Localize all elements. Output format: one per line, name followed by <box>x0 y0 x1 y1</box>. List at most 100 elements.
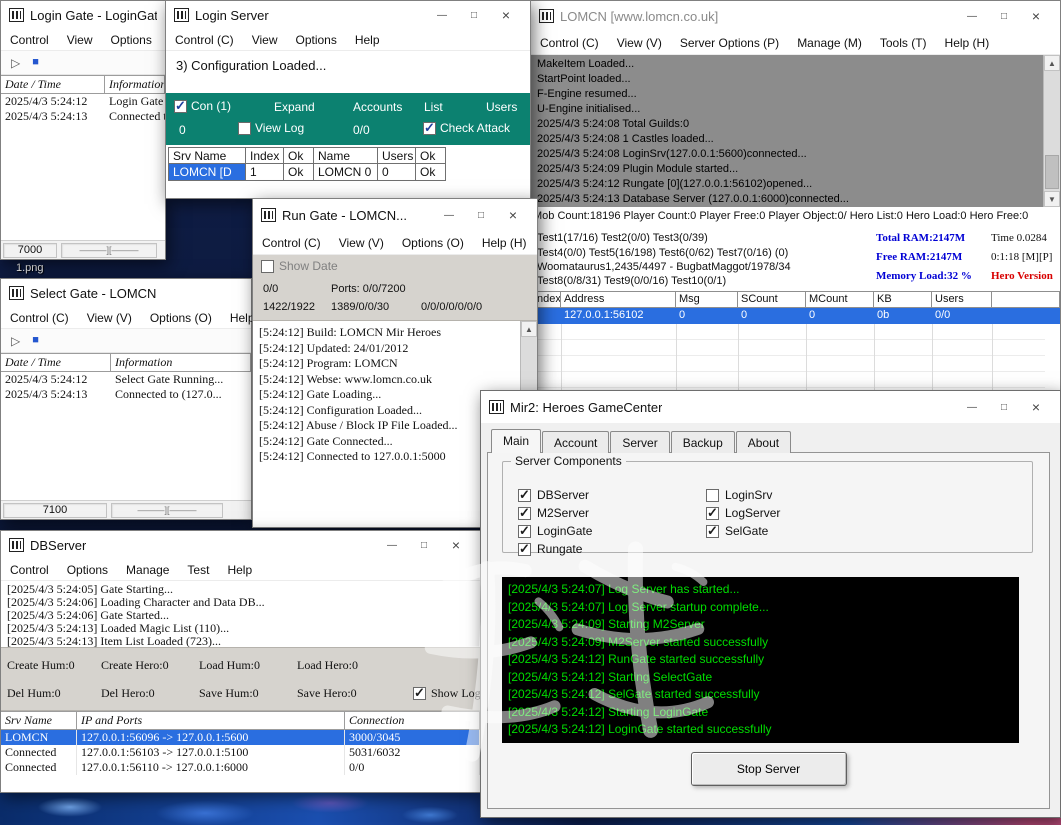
connection-row[interactable]: Connected 127.0.0.1:56103 -> 127.0.0.1:5… <box>1 745 480 760</box>
close-icon[interactable]: × <box>440 533 472 557</box>
component-checkbox-rungate[interactable] <box>518 541 531 557</box>
menu-options[interactable]: Options <box>286 30 345 50</box>
maximize-icon[interactable]: □ <box>465 203 497 227</box>
minimize-icon[interactable]: — <box>376 533 408 557</box>
menu-help[interactable]: Help <box>346 30 389 50</box>
menu-help[interactable]: Help (H) <box>936 33 999 53</box>
close-icon[interactable]: × <box>1020 395 1052 419</box>
component-label[interactable]: LoginSrv <box>725 488 772 502</box>
column-date-time[interactable]: Date / Time <box>1 76 105 93</box>
scrollbar[interactable]: ▲ ▼ <box>1043 55 1060 207</box>
menu-view[interactable]: View (V) <box>608 33 671 53</box>
server-row[interactable]: LOMCN [D 1 Ok LOMCN 0 0 Ok <box>168 164 446 181</box>
run-gate-titlebar[interactable]: Run Gate - LOMCN... — □ × <box>253 199 537 231</box>
component-label[interactable]: LogServer <box>725 506 780 520</box>
maximize-icon[interactable]: □ <box>408 533 440 557</box>
stop-icon[interactable]: ■ <box>32 57 39 68</box>
component-label[interactable]: Rungate <box>537 542 582 556</box>
column-scount[interactable]: SCount <box>738 291 806 308</box>
m2server-titlebar[interactable]: LOMCN [www.lomcn.co.uk] — □ × <box>531 1 1060 31</box>
column-name[interactable]: Name <box>314 147 378 164</box>
check-attack-checkbox[interactable] <box>423 120 436 136</box>
menu-view[interactable]: View (V) <box>78 308 141 328</box>
view-log-label[interactable]: View Log <box>255 121 304 135</box>
scroll-up-icon[interactable]: ▲ <box>1044 55 1060 71</box>
column-connection[interactable]: Connection <box>345 712 480 729</box>
menu-control[interactable]: Control <box>1 560 58 580</box>
menu-manage[interactable]: Manage (M) <box>788 33 871 53</box>
menu-control[interactable]: Control (C) <box>253 233 330 253</box>
login-server-titlebar[interactable]: Login Server — □ × <box>166 1 530 29</box>
column-ok-2[interactable]: Ok <box>416 147 446 164</box>
component-checkbox-selgate[interactable] <box>706 523 719 539</box>
menu-options[interactable]: Options <box>101 30 160 50</box>
start-icon[interactable]: ▷ <box>11 335 20 347</box>
con-label[interactable]: Con (1) <box>191 99 231 113</box>
column-address[interactable]: Address <box>561 291 676 308</box>
column-index[interactable]: Index <box>246 147 284 164</box>
column-information[interactable]: Information <box>111 354 251 371</box>
tab-server[interactable]: Server <box>610 431 670 453</box>
close-icon[interactable]: × <box>1020 4 1052 28</box>
column-users[interactable]: Users <box>378 147 416 164</box>
component-label[interactable]: SelGate <box>725 524 768 538</box>
menu-manage[interactable]: Manage <box>117 560 178 580</box>
minimize-icon[interactable]: — <box>956 395 988 419</box>
menu-options[interactable]: Options <box>58 560 117 580</box>
component-checkbox-logingate[interactable] <box>518 523 531 539</box>
menu-view[interactable]: View <box>58 30 102 50</box>
gamecenter-titlebar[interactable]: Mir2: Heroes GameCenter — □ × <box>481 391 1060 423</box>
column-kb[interactable]: KB <box>874 291 932 308</box>
maximize-icon[interactable]: □ <box>988 395 1020 419</box>
component-checkbox-m2server[interactable] <box>518 505 531 521</box>
menu-view[interactable]: View <box>243 30 287 50</box>
column-srv-name[interactable]: Srv Name <box>1 712 77 729</box>
stop-icon[interactable]: ■ <box>32 335 39 346</box>
component-label[interactable]: M2Server <box>537 506 589 520</box>
connection-row-selected[interactable]: LOMCN 127.0.0.1:56096 -> 127.0.0.1:5600 … <box>1 730 480 745</box>
component-checkbox-loginsrv[interactable] <box>706 488 719 502</box>
column-date-time[interactable]: Date / Time <box>1 354 111 371</box>
menu-server-options[interactable]: Server Options (P) <box>671 33 788 53</box>
column-information[interactable]: Information <box>105 76 165 93</box>
menu-view[interactable]: View (V) <box>330 233 393 253</box>
component-label[interactable]: LoginGate <box>537 524 592 538</box>
menu-control[interactable]: Control (C) <box>166 30 243 50</box>
close-icon[interactable]: × <box>497 203 529 227</box>
con-checkbox[interactable] <box>174 98 187 114</box>
column-mcount[interactable]: MCount <box>806 291 874 308</box>
show-log-label[interactable]: Show Log <box>431 686 481 701</box>
view-log-checkbox[interactable] <box>238 121 251 135</box>
tab-account[interactable]: Account <box>542 431 610 453</box>
column-msg[interactable]: Msg <box>676 291 738 308</box>
select-gate-titlebar[interactable]: Select Gate - LOMCN <box>1 279 251 307</box>
column-ip-ports[interactable]: IP and Ports <box>77 712 345 729</box>
menu-control[interactable]: Control (C) <box>531 33 608 53</box>
column-ok-1[interactable]: Ok <box>284 147 314 164</box>
scroll-thumb[interactable] <box>1045 155 1059 189</box>
component-checkbox-logserver[interactable] <box>706 505 719 521</box>
show-date-label[interactable]: Show Date <box>279 259 338 273</box>
maximize-icon[interactable]: □ <box>458 3 490 27</box>
maximize-icon[interactable]: □ <box>988 4 1020 28</box>
connection-row[interactable]: Connected 127.0.0.1:56110 -> 127.0.0.1:6… <box>1 760 480 775</box>
minimize-icon[interactable]: — <box>956 4 988 28</box>
expand-button[interactable]: Expand <box>274 100 315 114</box>
minimize-icon[interactable]: — <box>426 3 458 27</box>
start-icon[interactable]: ▷ <box>11 57 20 69</box>
menu-options[interactable]: Options (O) <box>141 308 221 328</box>
dbserver-titlebar[interactable]: DBServer — □ × <box>1 531 480 559</box>
menu-control[interactable]: Control <box>1 30 58 50</box>
show-log-checkbox[interactable] <box>413 685 426 701</box>
stop-server-button[interactable]: Stop Server <box>690 752 847 786</box>
show-date-checkbox[interactable] <box>261 259 274 273</box>
column-users[interactable]: Users <box>932 291 992 308</box>
close-icon[interactable]: × <box>490 3 522 27</box>
check-attack-label[interactable]: Check Attack <box>440 121 510 135</box>
scroll-up-icon[interactable]: ▲ <box>521 321 537 337</box>
login-gate-titlebar[interactable]: Login Gate - LoginGate <box>1 1 165 29</box>
menu-tools[interactable]: Tools (T) <box>871 33 936 53</box>
tab-backup[interactable]: Backup <box>670 431 735 453</box>
menu-options[interactable]: Options (O) <box>393 233 473 253</box>
scroll-down-icon[interactable]: ▼ <box>1044 191 1060 207</box>
